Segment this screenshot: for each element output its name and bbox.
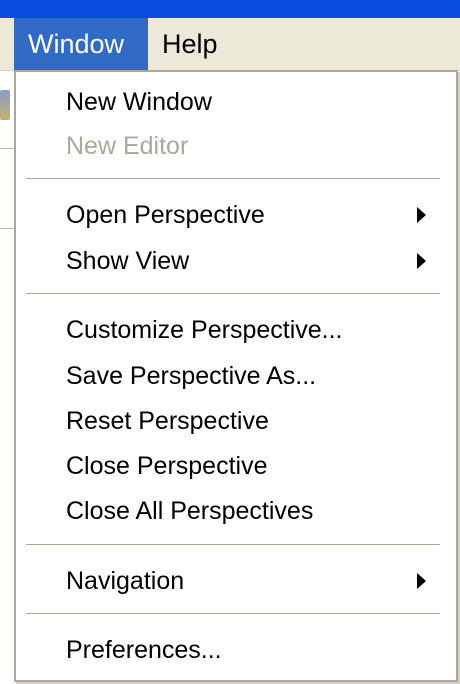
menu-item-label: Reset Perspective <box>66 407 269 435</box>
menu-item-label: Preferences... <box>66 636 222 664</box>
menu-separator <box>26 613 440 615</box>
menubar-help[interactable]: Help <box>148 18 238 70</box>
menu-item-label: Save Perspective As... <box>66 362 317 390</box>
menu-item-show-view[interactable]: Show View <box>16 239 456 283</box>
menu-separator <box>26 544 440 546</box>
menu-item-open-perspective[interactable]: Open Perspective <box>16 193 456 237</box>
menubar-window[interactable]: Window <box>14 18 148 70</box>
menu-item-close-all-perspectives[interactable]: Close All Perspectives <box>16 489 456 533</box>
menu-item-customize-perspective[interactable]: Customize Perspective... <box>16 308 456 352</box>
menu-item-label: Customize Perspective... <box>66 316 343 344</box>
menu-separator <box>26 293 440 295</box>
menu-item-label: Navigation <box>66 567 185 595</box>
menu-item-label: Open Perspective <box>66 201 265 229</box>
menu-item-reset-perspective[interactable]: Reset Perspective <box>16 399 456 443</box>
background-divider <box>0 228 14 229</box>
menu-item-new-editor: New Editor <box>16 124 456 168</box>
submenu-arrow-icon <box>417 207 426 223</box>
menu-item-label: New Editor <box>66 132 189 160</box>
menu-item-label: Show View <box>66 247 190 275</box>
menu-item-new-window[interactable]: New Window <box>16 80 456 124</box>
window-title-bar <box>0 0 460 18</box>
background-divider <box>0 148 14 149</box>
window-menu-dropdown: New Window New Editor Open Perspective S… <box>14 70 458 682</box>
menu-item-label: New Window <box>66 88 212 116</box>
menu-item-label: Close Perspective <box>66 452 268 480</box>
menu-item-label: Close All Perspectives <box>66 497 314 525</box>
menu-separator <box>26 178 440 180</box>
menu-item-preferences[interactable]: Preferences... <box>16 628 456 672</box>
submenu-arrow-icon <box>417 573 426 589</box>
menu-item-close-perspective[interactable]: Close Perspective <box>16 444 456 488</box>
toolbar-icon-partial <box>0 90 10 120</box>
menu-item-save-perspective-as[interactable]: Save Perspective As... <box>16 354 456 398</box>
menubar: Window Help <box>0 18 460 71</box>
menu-item-navigation[interactable]: Navigation <box>16 559 456 603</box>
submenu-arrow-icon <box>417 253 426 269</box>
